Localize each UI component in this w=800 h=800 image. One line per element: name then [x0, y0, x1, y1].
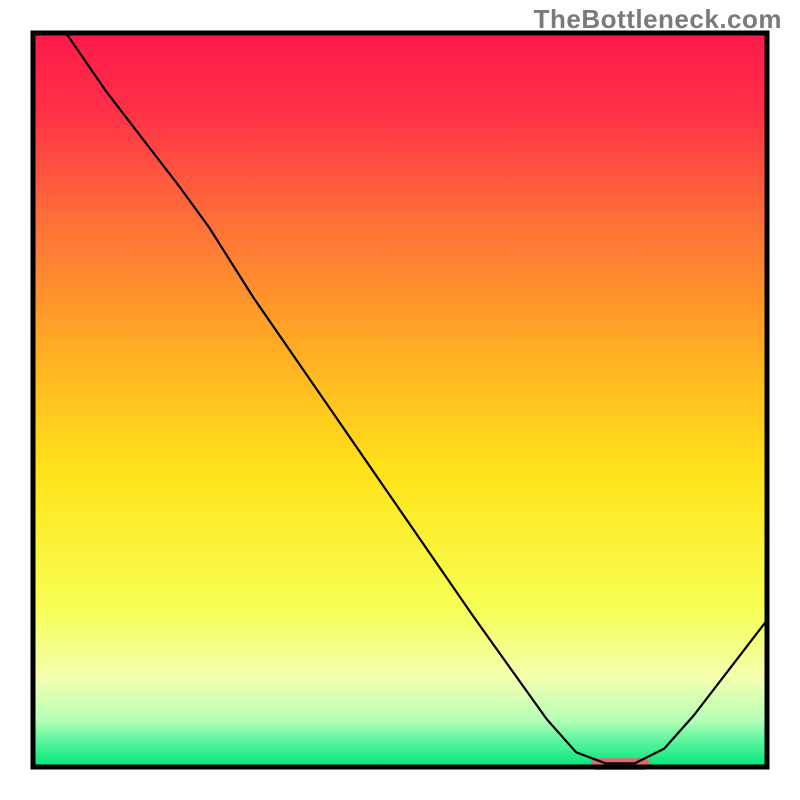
bottleneck-chart: TheBottleneck.com — [0, 0, 800, 800]
gradient-background — [33, 33, 767, 767]
chart-svg — [0, 0, 800, 800]
watermark-text: TheBottleneck.com — [534, 4, 782, 35]
